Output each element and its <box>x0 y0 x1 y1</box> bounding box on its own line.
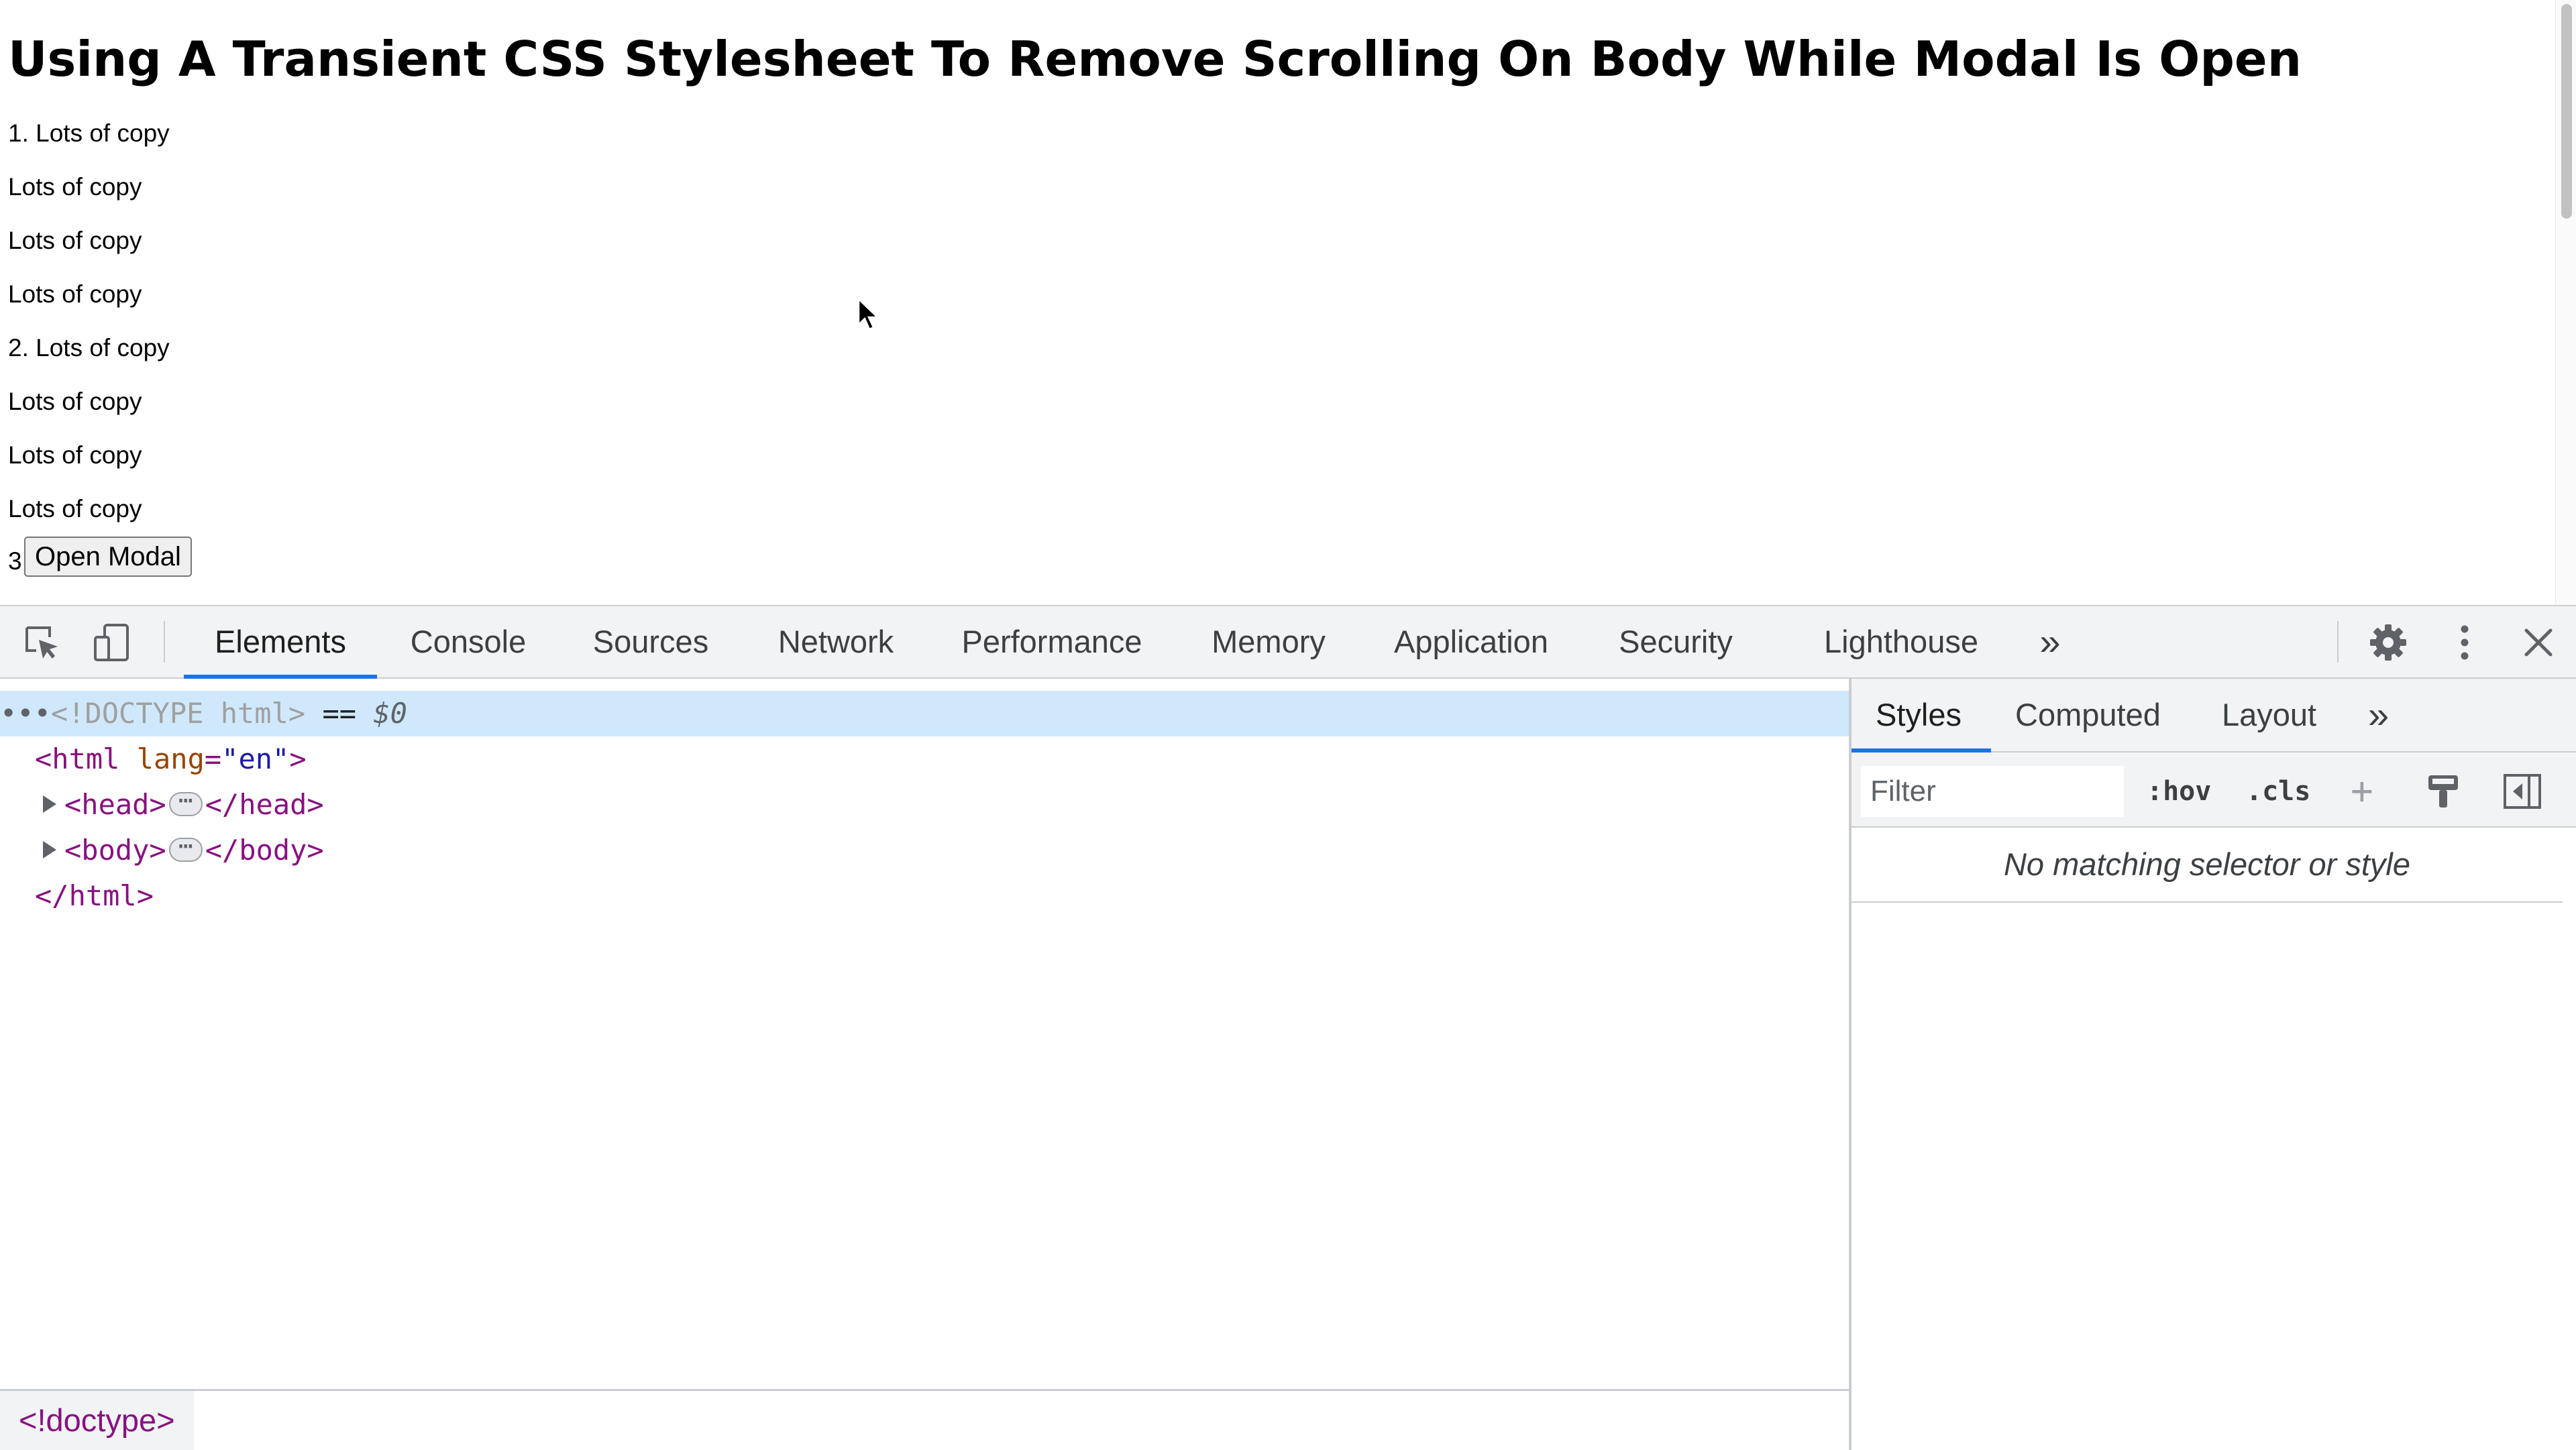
copy-line: Lots of copy <box>8 441 142 469</box>
copy-line: 2. Lots of copy <box>8 334 170 361</box>
tab-label: Styles <box>1876 697 1962 732</box>
more-tabs-icon[interactable]: » <box>2368 679 2389 751</box>
section-three-number: 3 <box>8 547 22 575</box>
mouse-cursor-icon <box>857 298 880 331</box>
styles-filter-toolbar: :hov .cls + <box>1851 752 2576 828</box>
node-actions-icon[interactable]: ••• <box>0 697 51 730</box>
paint-brush-icon[interactable] <box>2424 773 2462 810</box>
kebab-menu-icon[interactable] <box>2445 622 2485 663</box>
tag-name: <html <box>35 742 120 775</box>
device-toolbar-icon[interactable] <box>93 622 133 663</box>
sidebar-tabs: Styles Computed Layout » <box>1851 679 2576 752</box>
tag-name: <head> <box>64 788 166 821</box>
styles-filter-input[interactable] <box>1861 766 2124 817</box>
devtools-toolbar: Elements Console Sources Network Perform… <box>0 606 2576 679</box>
dom-node-body[interactable]: <body> ⋯ </body> <box>0 828 1849 873</box>
tab-computed[interactable]: Computed <box>2015 679 2161 751</box>
attribute-equals: = <box>204 742 222 775</box>
doctype-text: <!DOCTYPE html> <box>50 697 306 730</box>
page-viewport: Using A Transient CSS Stylesheet To Remo… <box>0 0 2576 605</box>
gear-icon[interactable] <box>2368 622 2408 663</box>
tab-security[interactable]: Security <box>1598 606 1754 677</box>
expand-triangle-icon[interactable] <box>43 795 56 813</box>
page-scrollbar[interactable] <box>2555 0 2576 605</box>
inspect-element-icon[interactable] <box>21 622 62 663</box>
tab-network[interactable]: Network <box>759 606 912 677</box>
class-toggle[interactable]: .cls <box>2246 767 2310 816</box>
toolbar-divider <box>2337 621 2339 663</box>
close-icon[interactable] <box>2518 622 2559 663</box>
breadcrumb: <!doctype> <box>0 1389 1849 1450</box>
no-matching-style-message: No matching selector or style <box>1851 828 2563 903</box>
tag-close-bracket: > <box>289 742 307 775</box>
dom-node-html-close[interactable]: </html> <box>0 873 1849 919</box>
dom-node-html[interactable]: <html lang="en"> <box>0 736 1849 782</box>
hover-state-toggle[interactable]: :hov <box>2147 767 2211 816</box>
dom-node-doctype[interactable]: •••<!DOCTYPE html> == $0 <box>0 691 1849 736</box>
selected-variable: $0 <box>373 697 407 730</box>
tab-application[interactable]: Application <box>1375 606 1567 677</box>
expand-triangle-icon[interactable] <box>43 840 56 858</box>
breadcrumb-item-doctype[interactable]: <!doctype> <box>0 1391 194 1450</box>
elements-panel: •••<!DOCTYPE html> == $0 <html lang="en"… <box>0 679 1849 1450</box>
tag-name: <body> <box>64 834 166 867</box>
attribute-name: lang <box>136 742 205 775</box>
page-title: Using A Transient CSS Stylesheet To Remo… <box>8 31 2302 87</box>
collapsed-ellipsis-icon[interactable]: ⋯ <box>168 834 203 862</box>
more-tabs-icon[interactable]: » <box>2025 606 2076 677</box>
toggle-sidebar-icon[interactable] <box>2502 773 2542 810</box>
tab-performance[interactable]: Performance <box>943 606 1161 677</box>
tab-memory[interactable]: Memory <box>1191 606 1346 677</box>
tab-sources[interactable]: Sources <box>574 606 727 677</box>
copy-line: Lots of copy <box>8 388 142 415</box>
copy-line: Lots of copy <box>8 173 142 201</box>
toolbar-divider <box>164 621 165 663</box>
devtools-panel: Elements Console Sources Network Perform… <box>0 605 2576 1450</box>
copy-line: Lots of copy <box>8 227 142 254</box>
copy-line: 1. Lots of copy <box>8 119 170 147</box>
tab-console[interactable]: Console <box>396 606 541 677</box>
dom-node-head[interactable]: <head> ⋯ </head> <box>0 782 1849 828</box>
styles-sidebar: Styles Computed Layout » :hov .cls + No <box>1851 679 2576 1450</box>
copy-line: Lots of copy <box>8 280 142 308</box>
tab-label: Elements <box>215 624 346 659</box>
attribute-value: "en" <box>221 742 290 775</box>
page-scrollbar-thumb[interactable] <box>2561 4 2572 219</box>
tag-name: </body> <box>205 834 324 867</box>
tab-layout[interactable]: Layout <box>2222 679 2316 751</box>
open-modal-button[interactable]: Open Modal <box>24 537 192 577</box>
tag-name: </head> <box>205 788 324 821</box>
tab-styles[interactable]: Styles <box>1876 679 1962 751</box>
new-style-rule-button[interactable]: + <box>2351 767 2373 816</box>
tab-elements[interactable]: Elements <box>184 606 377 679</box>
copy-line: Lots of copy <box>8 495 142 522</box>
tab-lighthouse[interactable]: Lighthouse <box>1807 606 1995 677</box>
selected-marker: == <box>322 697 357 730</box>
collapsed-ellipsis-icon[interactable]: ⋯ <box>168 788 203 816</box>
tag-name: </html> <box>35 879 154 912</box>
